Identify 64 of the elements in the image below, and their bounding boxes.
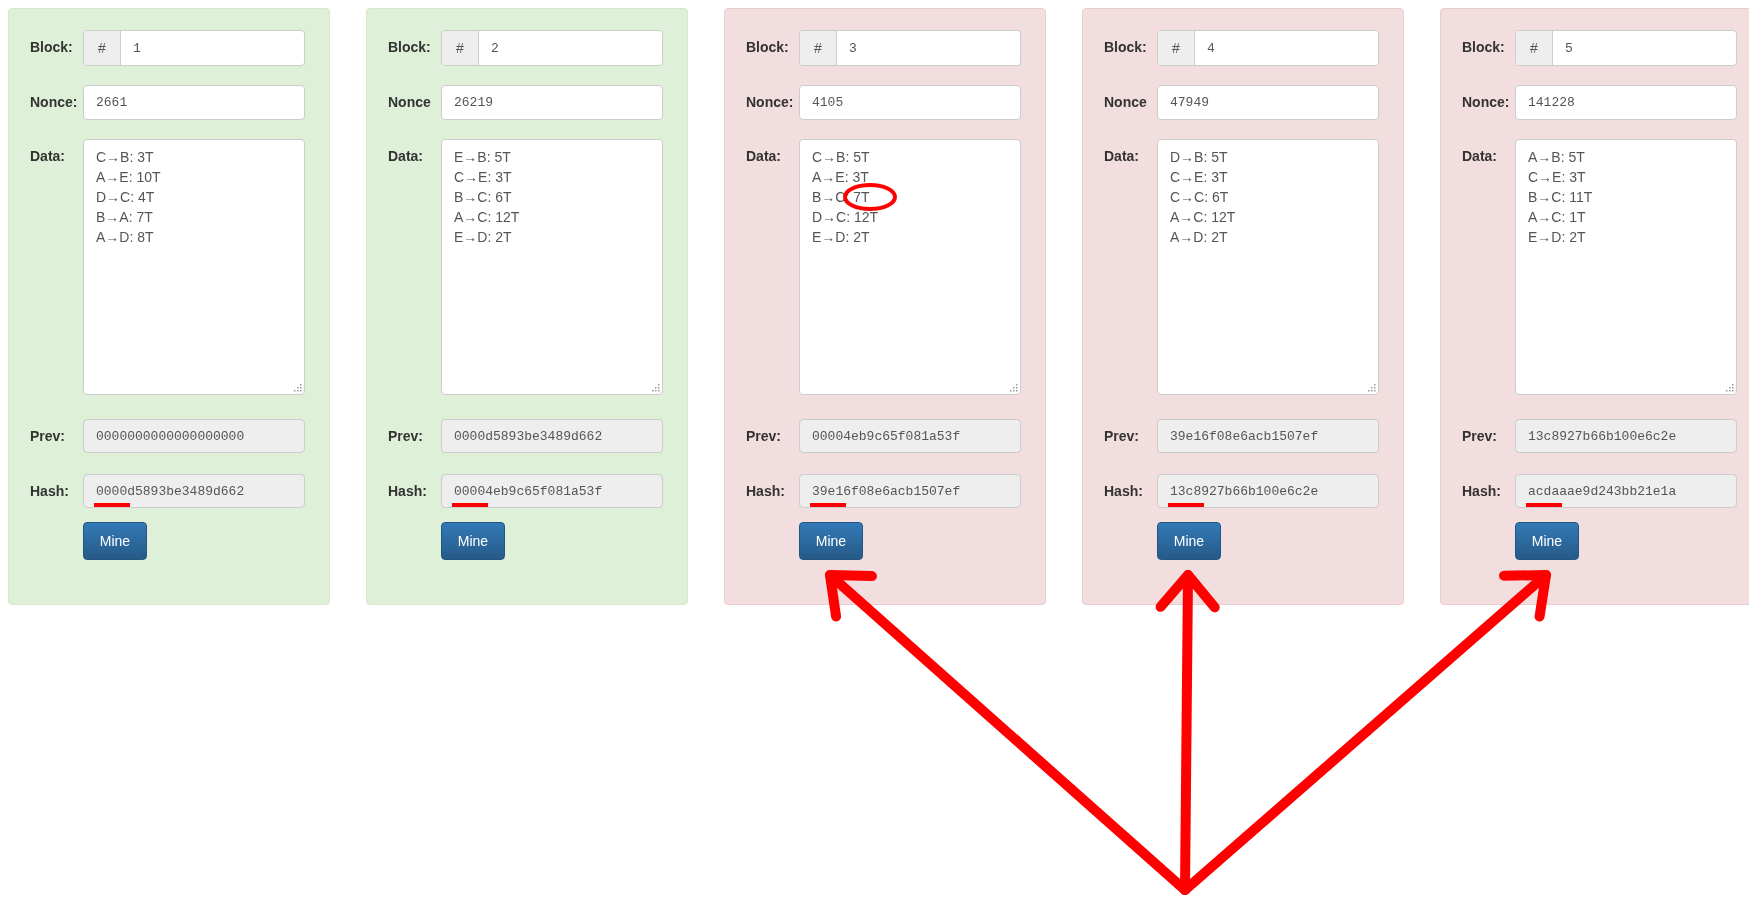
- field-label: Prev:: [388, 427, 425, 446]
- field-label: Block:: [30, 38, 74, 57]
- mine-button[interactable]: Mine: [441, 522, 505, 560]
- prev-hash-field: 39e16f08e6acb1507ef: [1157, 419, 1379, 453]
- nonce-field[interactable]: 47949: [1157, 85, 1379, 120]
- field-label: Block:: [1104, 38, 1148, 57]
- field-label: Prev:: [30, 427, 67, 446]
- nonce-field[interactable]: 141228: [1515, 85, 1737, 120]
- prev-hash-field: 0000d5893be3489d662: [441, 419, 663, 453]
- resize-grip-icon[interactable]: [1726, 384, 1734, 392]
- field-label: Block:: [1462, 38, 1506, 57]
- mine-button[interactable]: Mine: [1157, 522, 1221, 560]
- hash-addon: #: [442, 31, 479, 65]
- mine-button[interactable]: Mine: [1515, 522, 1579, 560]
- field-label: Hash:: [30, 482, 70, 501]
- field-label: Data:: [1462, 147, 1498, 166]
- mine-button[interactable]: Mine: [799, 522, 863, 560]
- data-field[interactable]: C→B: 3T A→E: 10T D→C: 4T B→A: 7T A→D: 8T: [83, 139, 305, 395]
- field-label: Hash:: [388, 482, 428, 501]
- nonce-field[interactable]: 26219: [441, 85, 663, 120]
- field-label: Prev:: [1104, 427, 1141, 446]
- resize-grip-icon[interactable]: [652, 384, 660, 392]
- resize-grip-icon[interactable]: [294, 384, 302, 392]
- field-label: Block:: [746, 38, 790, 57]
- block-number-field[interactable]: # 1: [83, 30, 305, 66]
- block-number-field[interactable]: # 4: [1157, 30, 1379, 66]
- field-label: Data:: [30, 147, 66, 166]
- hash-field: 13c8927b66b100e6c2e: [1157, 474, 1379, 508]
- field-label: Hash:: [746, 482, 786, 501]
- prev-hash-field: 00004eb9c65f081a53f: [799, 419, 1021, 453]
- hash-addon: #: [800, 31, 837, 65]
- field-label: Prev:: [746, 427, 783, 446]
- field-label: Data:: [746, 147, 782, 166]
- hash-addon: #: [1516, 31, 1553, 65]
- hash-addon: #: [1158, 31, 1195, 65]
- field-label: Nonce:: [1462, 93, 1511, 112]
- field-label: Hash:: [1104, 482, 1144, 501]
- block-number-field[interactable]: # 5: [1515, 30, 1737, 66]
- hash-field: acdaaae9d243bb21e1a: [1515, 474, 1737, 508]
- hash-field: 00004eb9c65f081a53f: [441, 474, 663, 508]
- data-field[interactable]: A→B: 5T C→E: 3T B→C: 11T A→C: 1T E→D: 2T: [1515, 139, 1737, 395]
- field-label: Nonce:: [30, 93, 79, 112]
- resize-grip-icon[interactable]: [1368, 384, 1376, 392]
- field-label: Hash:: [1462, 482, 1502, 501]
- block-number-field[interactable]: # 2: [441, 30, 663, 66]
- prev-hash-field: 0000000000000000000: [83, 419, 305, 453]
- field-label: Data:: [388, 147, 424, 166]
- field-label: Nonce: [388, 93, 432, 112]
- field-label: Nonce:: [746, 93, 795, 112]
- resize-grip-icon[interactable]: [1010, 384, 1018, 392]
- field-label: Data:: [1104, 147, 1140, 166]
- data-field[interactable]: E→B: 5T C→E: 3T B→C: 6T A→C: 12T E→D: 2T: [441, 139, 663, 395]
- hash-field: 39e16f08e6acb1507ef: [799, 474, 1021, 508]
- hash-addon: #: [84, 31, 121, 65]
- prev-hash-field: 13c8927b66b100e6c2e: [1515, 419, 1737, 453]
- block-number-field[interactable]: # 3: [799, 30, 1021, 66]
- field-label: Block:: [388, 38, 432, 57]
- field-label: Prev:: [1462, 427, 1499, 446]
- nonce-field[interactable]: 4105: [799, 85, 1021, 120]
- hash-field: 0000d5893be3489d662: [83, 474, 305, 508]
- data-field[interactable]: D→B: 5T C→E: 3T C→C: 6T A→C: 12T A→D: 2T: [1157, 139, 1379, 395]
- mine-button[interactable]: Mine: [83, 522, 147, 560]
- field-label: Nonce: [1104, 93, 1148, 112]
- nonce-field[interactable]: 2661: [83, 85, 305, 120]
